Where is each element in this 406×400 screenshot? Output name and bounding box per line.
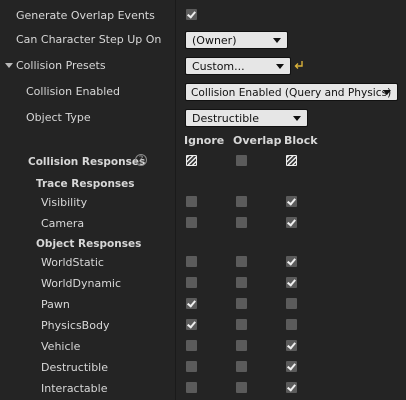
object-type-dropdown[interactable]: Destructible [185, 109, 308, 127]
vehicle-ignore-checkbox[interactable] [186, 340, 197, 351]
collision-enabled-dropdown[interactable]: Collision Enabled (Query and Physics) [185, 83, 398, 101]
physicsbody-block-checkbox[interactable] [286, 319, 297, 330]
pawn-ignore-checkbox[interactable] [186, 298, 197, 309]
help-icon[interactable]: ? [135, 154, 147, 166]
collision-responses-block-all[interactable] [286, 155, 297, 166]
can-step-up-dropdown[interactable]: (Owner) [185, 31, 288, 49]
vehicle-overlap-checkbox[interactable] [236, 340, 247, 351]
reset-to-default-icon[interactable] [294, 60, 304, 70]
object-responses-label: Object Responses [36, 238, 142, 250]
object-row-label: PhysicsBody [41, 319, 110, 332]
interactable-block-checkbox[interactable] [286, 382, 297, 393]
worldstatic-block-checkbox[interactable] [286, 256, 297, 267]
object-row-label: Interactable [41, 382, 108, 395]
collision-enabled-value: Collision Enabled (Query and Physics) [191, 87, 392, 99]
collision-presets-dropdown[interactable]: Custom... [185, 57, 291, 75]
trace-row-label: Visibility [41, 196, 88, 209]
visibility-overlap-checkbox[interactable] [236, 196, 247, 207]
trace-row-label: Camera [41, 217, 85, 230]
destructible-ignore-checkbox[interactable] [186, 361, 197, 372]
collision-enabled-label: Collision Enabled [26, 85, 121, 98]
column-separator [175, 0, 176, 400]
generate-overlap-checkbox[interactable] [186, 9, 197, 20]
pawn-overlap-checkbox[interactable] [236, 298, 247, 309]
interactable-ignore-checkbox[interactable] [186, 382, 197, 393]
object-type-label: Object Type [26, 111, 91, 124]
object-row-label: Vehicle [41, 340, 81, 353]
physicsbody-ignore-checkbox[interactable] [186, 319, 197, 330]
camera-overlap-checkbox[interactable] [236, 217, 247, 228]
can-step-up-value: (Owner) [192, 34, 237, 47]
collision-responses-label: Collision Responses [28, 156, 146, 168]
object-row-label: Pawn [41, 298, 70, 311]
collision-presets-label: Collision Presets [16, 59, 106, 72]
collapse-arrow-icon[interactable] [5, 63, 13, 68]
object-type-value: Destructible [192, 112, 259, 125]
physicsbody-overlap-checkbox[interactable] [236, 319, 247, 330]
visibility-ignore-checkbox[interactable] [186, 196, 197, 207]
worldstatic-ignore-checkbox[interactable] [186, 256, 197, 267]
column-header-block: Block [284, 134, 318, 147]
vehicle-block-checkbox[interactable] [286, 340, 297, 351]
column-header-overlap: Overlap [233, 134, 282, 147]
chevron-down-icon [273, 38, 281, 43]
chevron-down-icon [383, 90, 391, 95]
worlddynamic-overlap-checkbox[interactable] [236, 277, 247, 288]
can-step-up-label: Can Character Step Up On [16, 33, 162, 46]
object-row-label: WorldDynamic [41, 277, 122, 290]
object-row-label: WorldStatic [41, 256, 104, 269]
trace-responses-label: Trace Responses [36, 178, 135, 190]
destructible-block-checkbox[interactable] [286, 361, 297, 372]
object-row-label: Destructible [41, 361, 108, 374]
camera-ignore-checkbox[interactable] [186, 217, 197, 228]
collision-presets-value: Custom... [192, 60, 245, 73]
pawn-block-checkbox[interactable] [286, 298, 297, 309]
generate-overlap-label: Generate Overlap Events [16, 9, 155, 22]
destructible-overlap-checkbox[interactable] [236, 361, 247, 372]
chevron-down-icon [276, 64, 284, 69]
visibility-block-checkbox[interactable] [286, 196, 297, 207]
interactable-overlap-checkbox[interactable] [236, 382, 247, 393]
chevron-down-icon [293, 116, 301, 121]
camera-block-checkbox[interactable] [286, 217, 297, 228]
worldstatic-overlap-checkbox[interactable] [236, 256, 247, 267]
worlddynamic-block-checkbox[interactable] [286, 277, 297, 288]
collision-responses-ignore-all[interactable] [186, 155, 197, 166]
collision-responses-overlap-all[interactable] [236, 155, 247, 166]
worlddynamic-ignore-checkbox[interactable] [186, 277, 197, 288]
column-header-ignore: Ignore [184, 134, 225, 147]
